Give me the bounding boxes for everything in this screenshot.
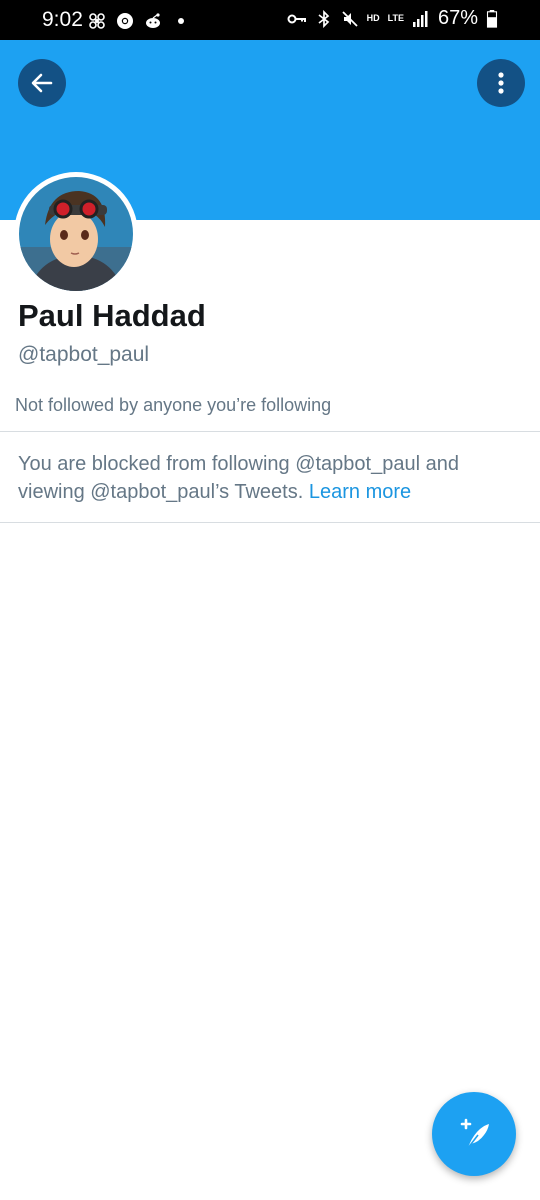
compose-tweet-icon [460,1118,489,1149]
status-time: 9:02 [42,8,83,31]
battery-icon [486,9,498,28]
divider [0,431,540,432]
avatar[interactable] [14,172,138,296]
blocked-notice: You are blocked from following @tapbot_p… [18,450,508,506]
compose-tweet-button[interactable] [432,1092,516,1176]
avatar-image [19,177,133,291]
arrow-left-icon [31,73,53,93]
status-bar: 9:02 HD LTE 67% [0,0,540,40]
more-options-button[interactable] [477,59,525,107]
mute-icon [341,10,358,27]
profile-name: Paul Haddad [18,298,206,333]
network-type: LTE [387,13,404,23]
profile-handle: @tapbot_paul [18,343,150,366]
back-button[interactable] [18,59,66,107]
system-icons: HD LTE 67% [287,7,498,30]
vpn-key-icon [287,14,306,23]
learn-more-link[interactable]: Learn more [309,481,411,503]
battery-percent: 67% [437,7,478,29]
notification-icons [88,12,190,30]
divider [0,522,540,523]
more-vertical-icon [498,72,504,94]
followed-by-note: Not followed by anyone you’re following [15,395,332,415]
bluetooth-icon [318,9,329,28]
hd-indicator: HD [366,13,380,23]
chrome-icon [117,13,133,29]
reddit-icon [146,13,160,28]
signal-icon [412,10,428,27]
pinwheel-icon [89,13,105,29]
dot-icon [178,18,184,24]
